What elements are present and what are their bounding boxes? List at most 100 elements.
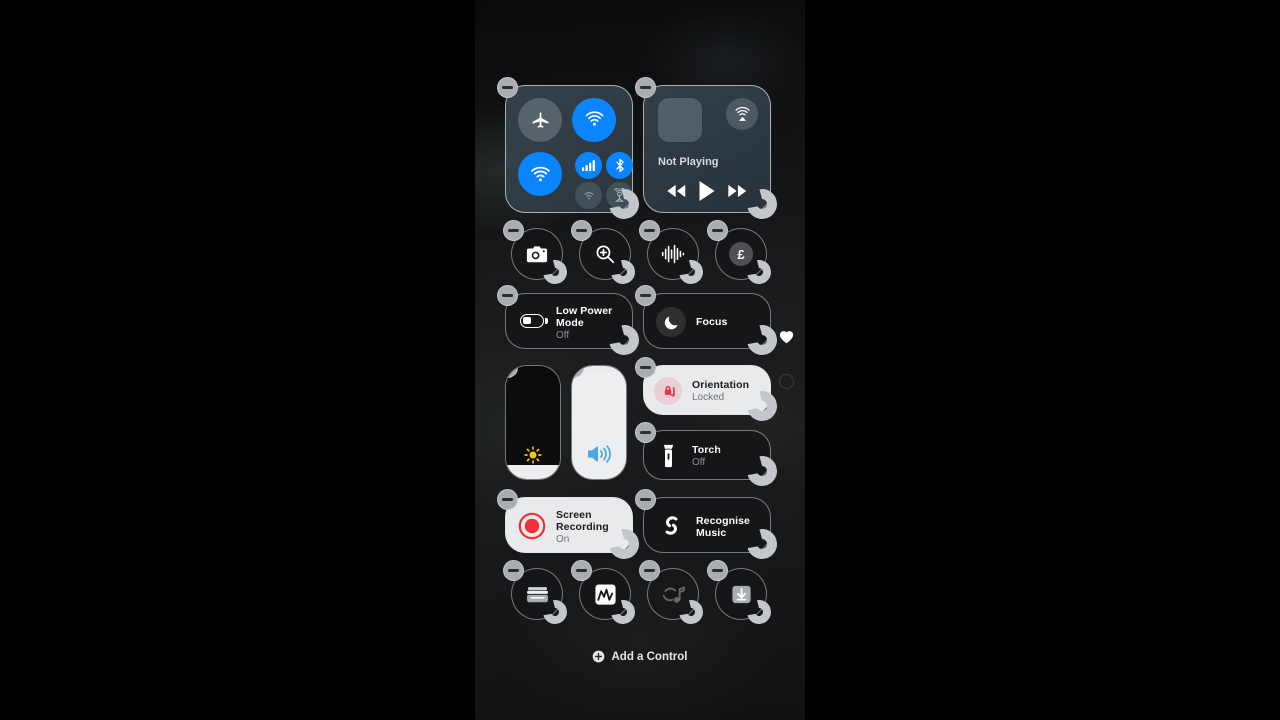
camera-button[interactable]	[503, 220, 563, 280]
bluetooth-icon	[613, 158, 627, 173]
cellular-data-button[interactable]	[575, 152, 602, 179]
orientation-label: Orientation	[692, 379, 750, 391]
play-button[interactable]	[698, 180, 716, 202]
play-icon	[698, 180, 716, 202]
brightness-fill	[506, 465, 560, 479]
remove-orientation-badge[interactable]	[635, 357, 656, 378]
currency-converter-button[interactable]: £	[707, 220, 767, 280]
screen-recording-label-line2: Recording	[556, 521, 609, 533]
stocks-button[interactable]	[571, 560, 631, 620]
remove-voice-memos-badge[interactable]	[639, 220, 660, 241]
resize-handle-screen-recording[interactable]	[609, 529, 639, 559]
circle-outline-icon	[779, 374, 794, 389]
resize-handle-focus[interactable]	[747, 325, 777, 355]
rewind-button[interactable]	[666, 183, 687, 199]
speaker-waves-icon	[572, 443, 626, 465]
save-button[interactable]	[707, 560, 767, 620]
resize-handle-recognise-music[interactable]	[747, 529, 777, 559]
resize-handle-orientation[interactable]	[747, 391, 777, 421]
add-a-control-label: Add a Control	[611, 650, 688, 663]
focus-widget[interactable]: Focus	[635, 285, 771, 349]
airplane-icon	[530, 110, 551, 131]
low-power-label-line2: Mode	[556, 317, 584, 329]
remove-screen-recording-badge[interactable]	[497, 489, 518, 510]
music-recognition-button[interactable]	[639, 560, 699, 620]
wallet-button[interactable]	[503, 560, 563, 620]
now-playing-status: Not Playing	[658, 156, 719, 168]
heart-icon	[779, 330, 794, 344]
voice-memos-button[interactable]	[639, 220, 699, 280]
resize-handle-music-recognition[interactable]	[679, 600, 703, 624]
airplay-icon	[733, 105, 752, 124]
remove-stocks-badge[interactable]	[571, 560, 592, 581]
torch-status: Off	[692, 457, 706, 468]
remove-now-playing-badge[interactable]	[635, 77, 656, 98]
resize-handle-now-playing[interactable]	[747, 189, 777, 219]
record-dot-icon	[518, 512, 546, 540]
low-power-mode-widget[interactable]: Low Power Mode Off	[497, 285, 633, 349]
orientation-lock-widget[interactable]: Orientation Locked	[635, 357, 771, 415]
recognise-music-widget[interactable]: Recognise Music	[635, 489, 771, 553]
remove-save-badge[interactable]	[707, 560, 728, 581]
remove-recognise-music-badge[interactable]	[635, 489, 656, 510]
resize-handle-torch[interactable]	[747, 456, 777, 486]
resize-handle-currency[interactable]	[747, 260, 771, 284]
shazam-icon	[658, 512, 685, 539]
connectivity-widget[interactable]	[497, 77, 633, 213]
volume-slider[interactable]	[571, 365, 627, 480]
resize-handle-voice-memos[interactable]	[679, 260, 703, 284]
album-art-placeholder	[658, 98, 702, 142]
low-power-status: Off	[556, 330, 570, 341]
remove-music-recognition-badge[interactable]	[639, 560, 660, 581]
cellular-bars-icon	[581, 158, 596, 173]
remove-wallet-badge[interactable]	[503, 560, 524, 581]
remove-focus-badge[interactable]	[635, 285, 656, 306]
magnifier-button[interactable]	[571, 220, 631, 280]
airdrop-button[interactable]	[572, 98, 616, 142]
phone-viewport: Not Playing £ Low Power Mode Off Focus O…	[475, 0, 805, 720]
screen-recording-label-line1: Screen	[556, 509, 592, 521]
airplane-mode-button[interactable]	[518, 98, 562, 142]
remove-magnifier-badge[interactable]	[571, 220, 592, 241]
remove-currency-badge[interactable]	[707, 220, 728, 241]
resize-handle-wallet[interactable]	[543, 600, 567, 624]
airdrop-icon	[583, 109, 606, 132]
screen-recording-widget[interactable]: Screen Recording On	[497, 489, 633, 553]
wifi-icon	[529, 163, 552, 186]
plus-circle-icon	[592, 650, 605, 663]
resize-handle-magnifier[interactable]	[611, 260, 635, 284]
remove-connectivity-badge[interactable]	[497, 77, 518, 98]
fast-forward-icon	[727, 183, 748, 199]
resize-handle-save[interactable]	[747, 600, 771, 624]
add-a-control-button[interactable]: Add a Control	[475, 650, 805, 663]
second-page-indicator[interactable]	[779, 374, 794, 389]
focus-label: Focus	[696, 316, 728, 328]
low-power-label-line1: Low Power	[556, 305, 613, 317]
rewind-icon	[666, 183, 687, 199]
orientation-status: Locked	[692, 392, 725, 403]
airdrop-small-button[interactable]	[575, 182, 602, 209]
now-playing-widget[interactable]: Not Playing	[635, 77, 771, 213]
bluetooth-button[interactable]	[606, 152, 633, 179]
screen-recording-status: On	[556, 534, 570, 545]
screenshot-root: Not Playing £ Low Power Mode Off Focus O…	[0, 0, 1280, 720]
rotation-lock-icon	[658, 381, 678, 401]
fast-forward-button[interactable]	[727, 183, 748, 199]
remove-torch-badge[interactable]	[635, 422, 656, 443]
moon-icon	[663, 314, 680, 331]
resize-handle-connectivity[interactable]	[609, 189, 639, 219]
torch-widget[interactable]: Torch Off	[635, 422, 771, 480]
remove-low-power-badge[interactable]	[497, 285, 518, 306]
resize-handle-low-power[interactable]	[609, 325, 639, 355]
flashlight-icon	[662, 444, 675, 468]
airplay-button[interactable]	[726, 98, 758, 130]
battery-toggle-icon	[520, 314, 548, 328]
brightness-slider[interactable]	[505, 365, 561, 480]
resize-handle-camera[interactable]	[543, 260, 567, 284]
wifi-button[interactable]	[518, 152, 562, 196]
favourites-page-indicator[interactable]	[779, 330, 794, 344]
torch-label: Torch	[692, 444, 721, 456]
remove-camera-badge[interactable]	[503, 220, 524, 241]
recognise-music-label-line2: Music	[696, 527, 727, 539]
resize-handle-stocks[interactable]	[611, 600, 635, 624]
